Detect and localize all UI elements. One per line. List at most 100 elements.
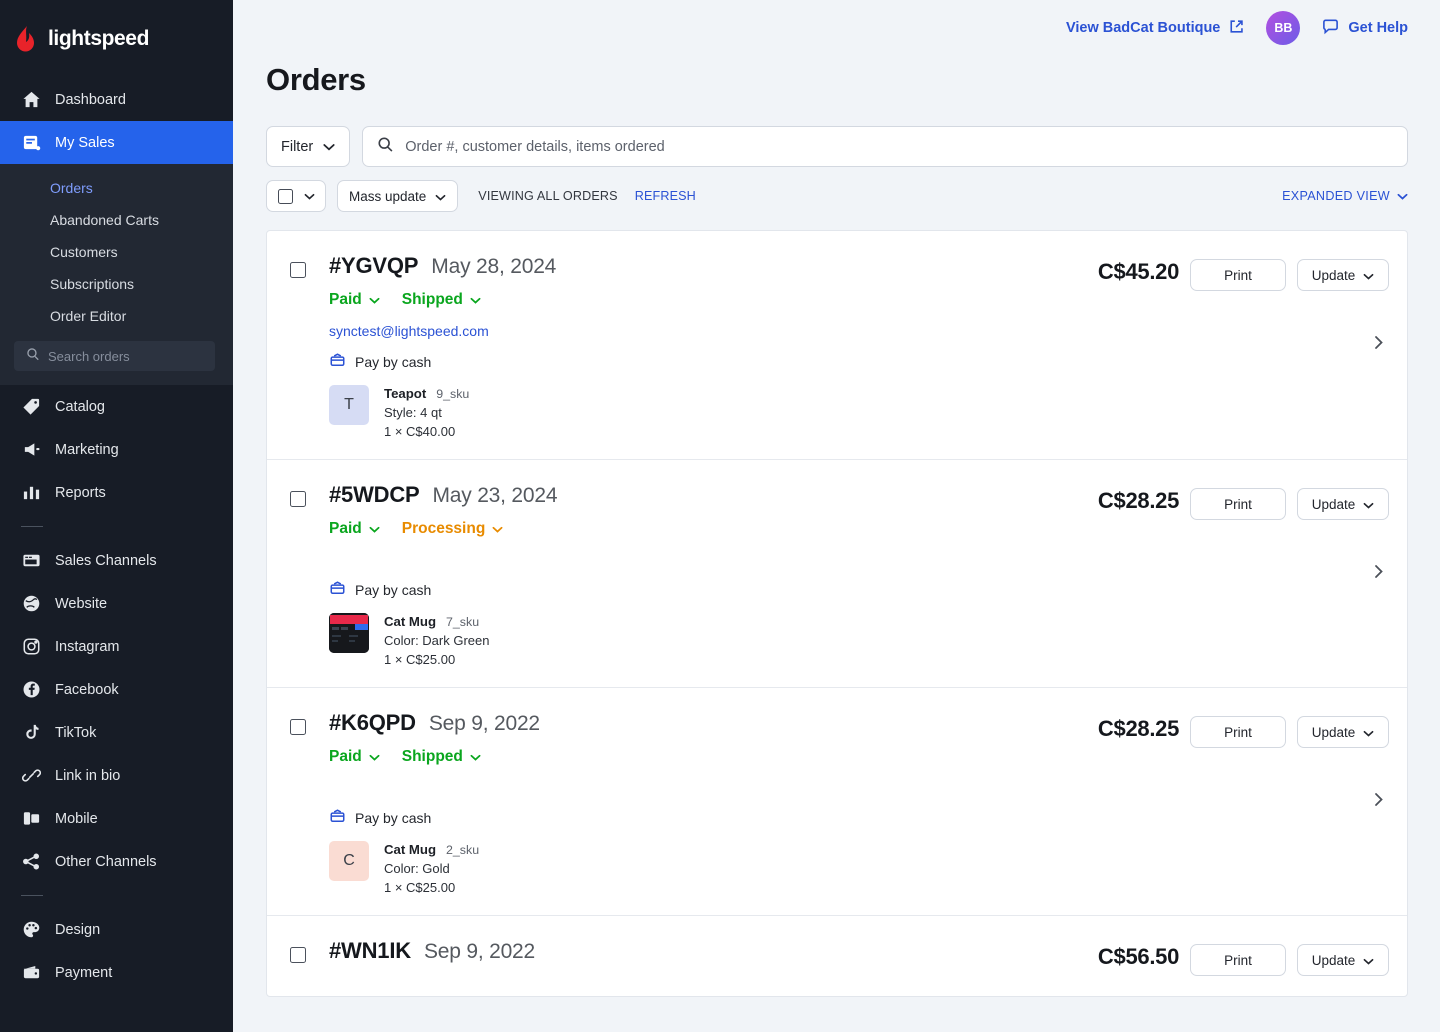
brand-logo[interactable]: lightspeed (0, 0, 233, 78)
external-link-icon (1229, 19, 1244, 38)
order-total: C$28.25 (1097, 488, 1179, 513)
chevron-down-icon (470, 291, 481, 309)
sidebar-label-reports: Reports (55, 484, 106, 501)
product-variant: Style: 4 qt (384, 405, 442, 420)
sidebar-item-order-editor[interactable]: Order Editor (0, 300, 233, 332)
sidebar-item-website[interactable]: Website (0, 582, 233, 625)
product-name: Cat Mug (384, 842, 437, 857)
sidebar-submenu-my-sales: Orders Abandoned Carts Customers Subscri… (0, 164, 233, 385)
order-card[interactable]: #5WDCP May 23, 2024 Paid Processing Pay … (267, 460, 1407, 688)
refresh-link[interactable]: REFRESH (635, 189, 696, 203)
update-label: Update (1311, 724, 1356, 740)
mass-update-dropdown[interactable]: Mass update (337, 180, 459, 212)
order-card[interactable]: #YGVQP May 28, 2024 Paid Shipped synctes… (267, 231, 1407, 460)
sidebar-item-reports[interactable]: Reports (0, 471, 233, 514)
wallet-icon (21, 963, 41, 983)
open-order-chevron-right-icon[interactable] (1373, 333, 1385, 358)
chevron-down-icon (470, 748, 481, 766)
fulfillment-status-label: Shipped (401, 748, 463, 765)
sidebar-search-orders[interactable] (14, 341, 215, 371)
sidebar-label-payment: Payment (55, 964, 113, 981)
order-checkbox[interactable] (290, 491, 306, 507)
view-store-link[interactable]: View BadCat Boutique (1066, 19, 1244, 38)
order-search-input[interactable] (405, 138, 1393, 155)
order-header: #5WDCP May 23, 2024 (329, 482, 1037, 508)
sidebar-item-facebook[interactable]: Facebook (0, 668, 233, 711)
print-button[interactable]: Print (1190, 944, 1286, 976)
chevron-down-icon (323, 139, 335, 155)
sidebar-item-catalog[interactable]: Catalog (0, 385, 233, 428)
sidebar-item-mobile[interactable]: Mobile (0, 797, 233, 840)
sidebar-item-design[interactable]: Design (0, 908, 233, 951)
fulfillment-status-dropdown[interactable]: Processing (402, 520, 504, 538)
get-help-button[interactable]: Get Help (1322, 18, 1408, 39)
app-root: lightspeed Dashboard My Sales Orders Aba… (0, 0, 1440, 1032)
open-order-chevron-right-icon[interactable] (1373, 561, 1385, 586)
order-total: C$56.50 (1097, 944, 1179, 969)
update-dropdown[interactable]: Update (1297, 716, 1389, 748)
avatar[interactable]: BB (1266, 11, 1301, 45)
fulfillment-status-dropdown[interactable]: Shipped (402, 291, 481, 309)
order-card[interactable]: #K6QPD Sep 9, 2022 Paid Shipped Pay by c… (267, 688, 1407, 916)
update-dropdown[interactable]: Update (1297, 488, 1389, 520)
sidebar-item-customers[interactable]: Customers (0, 236, 233, 268)
sidebar-item-sales-channels[interactable]: Sales Channels (0, 539, 233, 582)
sidebar-item-marketing[interactable]: Marketing (0, 428, 233, 471)
search-orders-input[interactable] (48, 348, 188, 364)
sidebar-item-tiktok[interactable]: TikTok (0, 711, 233, 754)
payment-status-dropdown[interactable]: Paid (329, 291, 380, 309)
product-info: Cat Mug 7_sku Color: Dark Green 1 × C$25… (384, 613, 489, 667)
payment-status-dropdown[interactable]: Paid (329, 520, 380, 538)
chevron-down-icon (1397, 189, 1408, 203)
viewing-status: VIEWING ALL ORDERS (478, 189, 618, 203)
sidebar-item-payment[interactable]: Payment (0, 951, 233, 994)
print-button[interactable]: Print (1190, 259, 1286, 291)
sidebar-item-my-sales[interactable]: My Sales (0, 121, 233, 164)
tiktok-icon (21, 723, 41, 743)
chevron-down-icon (304, 187, 315, 205)
facebook-icon (21, 680, 41, 700)
order-header: #YGVQP May 28, 2024 (329, 253, 1037, 279)
sidebar-item-other-channels[interactable]: Other Channels (0, 840, 233, 883)
expanded-view-dropdown[interactable]: EXPANDED VIEW (1282, 189, 1408, 203)
sidebar-item-dashboard[interactable]: Dashboard (0, 78, 233, 121)
order-search-box[interactable] (362, 126, 1408, 167)
search-icon (26, 347, 40, 366)
fulfillment-status-dropdown[interactable]: Shipped (402, 748, 481, 766)
share-nodes-icon (21, 852, 41, 872)
sidebar-label-dashboard: Dashboard (55, 91, 126, 108)
select-all-dropdown[interactable] (266, 180, 326, 212)
open-order-chevron-right-icon[interactable] (1373, 789, 1385, 814)
order-date: May 23, 2024 (432, 484, 558, 507)
mobile-icon (21, 809, 41, 829)
order-checkbox[interactable] (290, 262, 306, 278)
payment-method-label: Pay by cash (355, 810, 432, 826)
sidebar-divider-1 (21, 526, 43, 527)
update-dropdown[interactable]: Update (1297, 944, 1389, 976)
sidebar-item-abandoned-carts[interactable]: Abandoned Carts (0, 204, 233, 236)
customer-email-link[interactable]: synctest@lightspeed.com (329, 323, 1037, 339)
sidebar-item-instagram[interactable]: Instagram (0, 625, 233, 668)
sidebar-item-subscriptions[interactable]: Subscriptions (0, 268, 233, 300)
order-checkbox[interactable] (290, 947, 306, 963)
product-thumbnail-letter: C (343, 852, 355, 869)
storefront-icon (21, 551, 41, 571)
order-actions: C$56.50 Print Update (1037, 938, 1407, 976)
sidebar-item-link-in-bio[interactable]: Link in bio (0, 754, 233, 797)
update-label: Update (1311, 267, 1356, 283)
order-checkbox[interactable] (290, 719, 306, 735)
search-icon (377, 136, 394, 158)
update-dropdown[interactable]: Update (1297, 259, 1389, 291)
sidebar: lightspeed Dashboard My Sales Orders Aba… (0, 0, 233, 1032)
payment-status-dropdown[interactable]: Paid (329, 748, 380, 766)
print-button[interactable]: Print (1190, 716, 1286, 748)
select-all-checkbox[interactable] (278, 188, 293, 204)
instagram-icon (21, 637, 41, 657)
filter-button[interactable]: Filter (266, 126, 351, 167)
chevron-down-icon (1363, 725, 1374, 740)
order-header: #K6QPD Sep 9, 2022 (329, 710, 1037, 736)
order-card[interactable]: #WN1IK Sep 9, 2022 C$56.50 Print Update (267, 916, 1407, 996)
sidebar-item-orders[interactable]: Orders (0, 172, 233, 204)
print-button[interactable]: Print (1190, 488, 1286, 520)
orders-list: #YGVQP May 28, 2024 Paid Shipped synctes… (266, 230, 1408, 997)
